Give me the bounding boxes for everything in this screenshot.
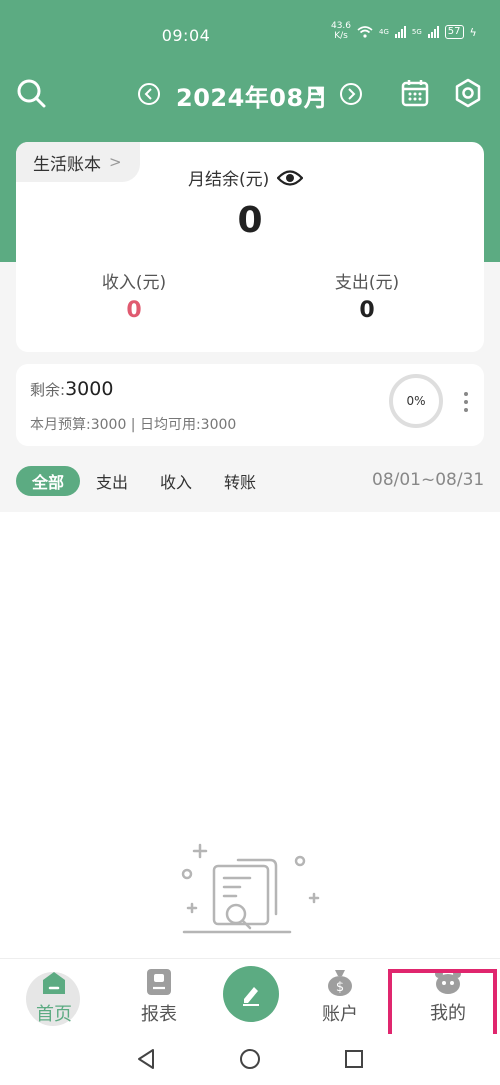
book-selector[interactable]: 生活账本 > — [16, 142, 140, 182]
status-time: 09:04 — [161, 26, 211, 45]
remaining-label: 剩余: — [30, 381, 66, 399]
network-type-2: 5G — [411, 28, 422, 36]
budget-progress-text: 0% — [406, 394, 426, 408]
tab-expense[interactable]: 支出 — [88, 466, 136, 496]
chevron-down-icon[interactable]: ▼ — [315, 84, 324, 98]
add-record-button[interactable] — [223, 966, 279, 1022]
tab-all[interactable]: 全部 — [16, 466, 80, 496]
nav-account-label: 账户 — [322, 1004, 358, 1025]
signal-icon — [394, 26, 406, 38]
tab-transfer[interactable]: 转账 — [216, 466, 264, 496]
settings-icon[interactable] — [454, 78, 482, 108]
edit-icon — [243, 987, 259, 1006]
home-icon — [43, 972, 65, 994]
back-icon[interactable] — [136, 1048, 156, 1070]
nav-home[interactable]: 首页 — [24, 960, 84, 1032]
next-month-icon[interactable] — [339, 82, 363, 106]
nav-report[interactable]: 报表 — [129, 960, 189, 1032]
wifi-icon — [357, 26, 373, 38]
income-value: 0 — [126, 298, 142, 323]
expense-value: 0 — [359, 298, 375, 323]
book-name: 生活账本 — [33, 154, 101, 175]
balance-label-row: 月结余(元) — [188, 165, 304, 190]
remaining-value: 3000 — [65, 378, 114, 400]
chevron-right-icon: > — [109, 153, 122, 171]
balance-label: 月结余(元) — [188, 170, 270, 190]
status-icons: 4G 5G 57 ϟ — [357, 25, 477, 39]
battery-icon: 57 — [444, 25, 464, 39]
account-icon: $ — [328, 970, 352, 996]
budget-progress-ring: 0% — [389, 374, 443, 428]
recents-icon[interactable] — [344, 1049, 364, 1069]
home-circle-icon[interactable] — [239, 1048, 261, 1070]
budget-details: 本月预算:3000 | 日均可用:3000 — [30, 417, 237, 433]
empty-document-icon — [181, 843, 320, 934]
month-title[interactable]: 2024年08月 — [176, 78, 328, 113]
network-speed-unit: K/s — [334, 31, 348, 41]
status-bar: 09:04 43.6 K/s 4G 5G 57 ϟ — [0, 0, 500, 70]
nav-home-label: 首页 — [36, 1004, 72, 1025]
more-options-icon[interactable] — [462, 392, 470, 412]
income-label: 收入(元) — [101, 273, 167, 293]
eye-icon[interactable] — [277, 169, 304, 187]
svg-text:$: $ — [336, 980, 344, 995]
report-icon — [147, 969, 171, 995]
balance-value: 0 — [237, 200, 263, 241]
network-speed: 43.6 K/s — [328, 21, 354, 41]
tab-income[interactable]: 收入 — [152, 466, 200, 496]
calendar-icon[interactable] — [401, 78, 429, 108]
charging-icon: ϟ — [469, 25, 477, 39]
remaining-row: 剩余:3000 — [30, 378, 113, 400]
network-speed-value: 43.6 — [330, 21, 352, 31]
signal-icon-2 — [427, 26, 439, 38]
system-nav-bar — [0, 1034, 500, 1085]
nav-report-label: 报表 — [141, 1004, 177, 1025]
nav-account[interactable]: $ 账户 — [310, 960, 370, 1032]
network-type-1: 4G — [379, 28, 389, 36]
date-range[interactable]: 08/01~08/31 — [372, 470, 484, 490]
prev-month-icon[interactable] — [137, 82, 161, 106]
search-icon[interactable] — [16, 78, 46, 108]
expense-label: 支出(元) — [334, 273, 400, 293]
